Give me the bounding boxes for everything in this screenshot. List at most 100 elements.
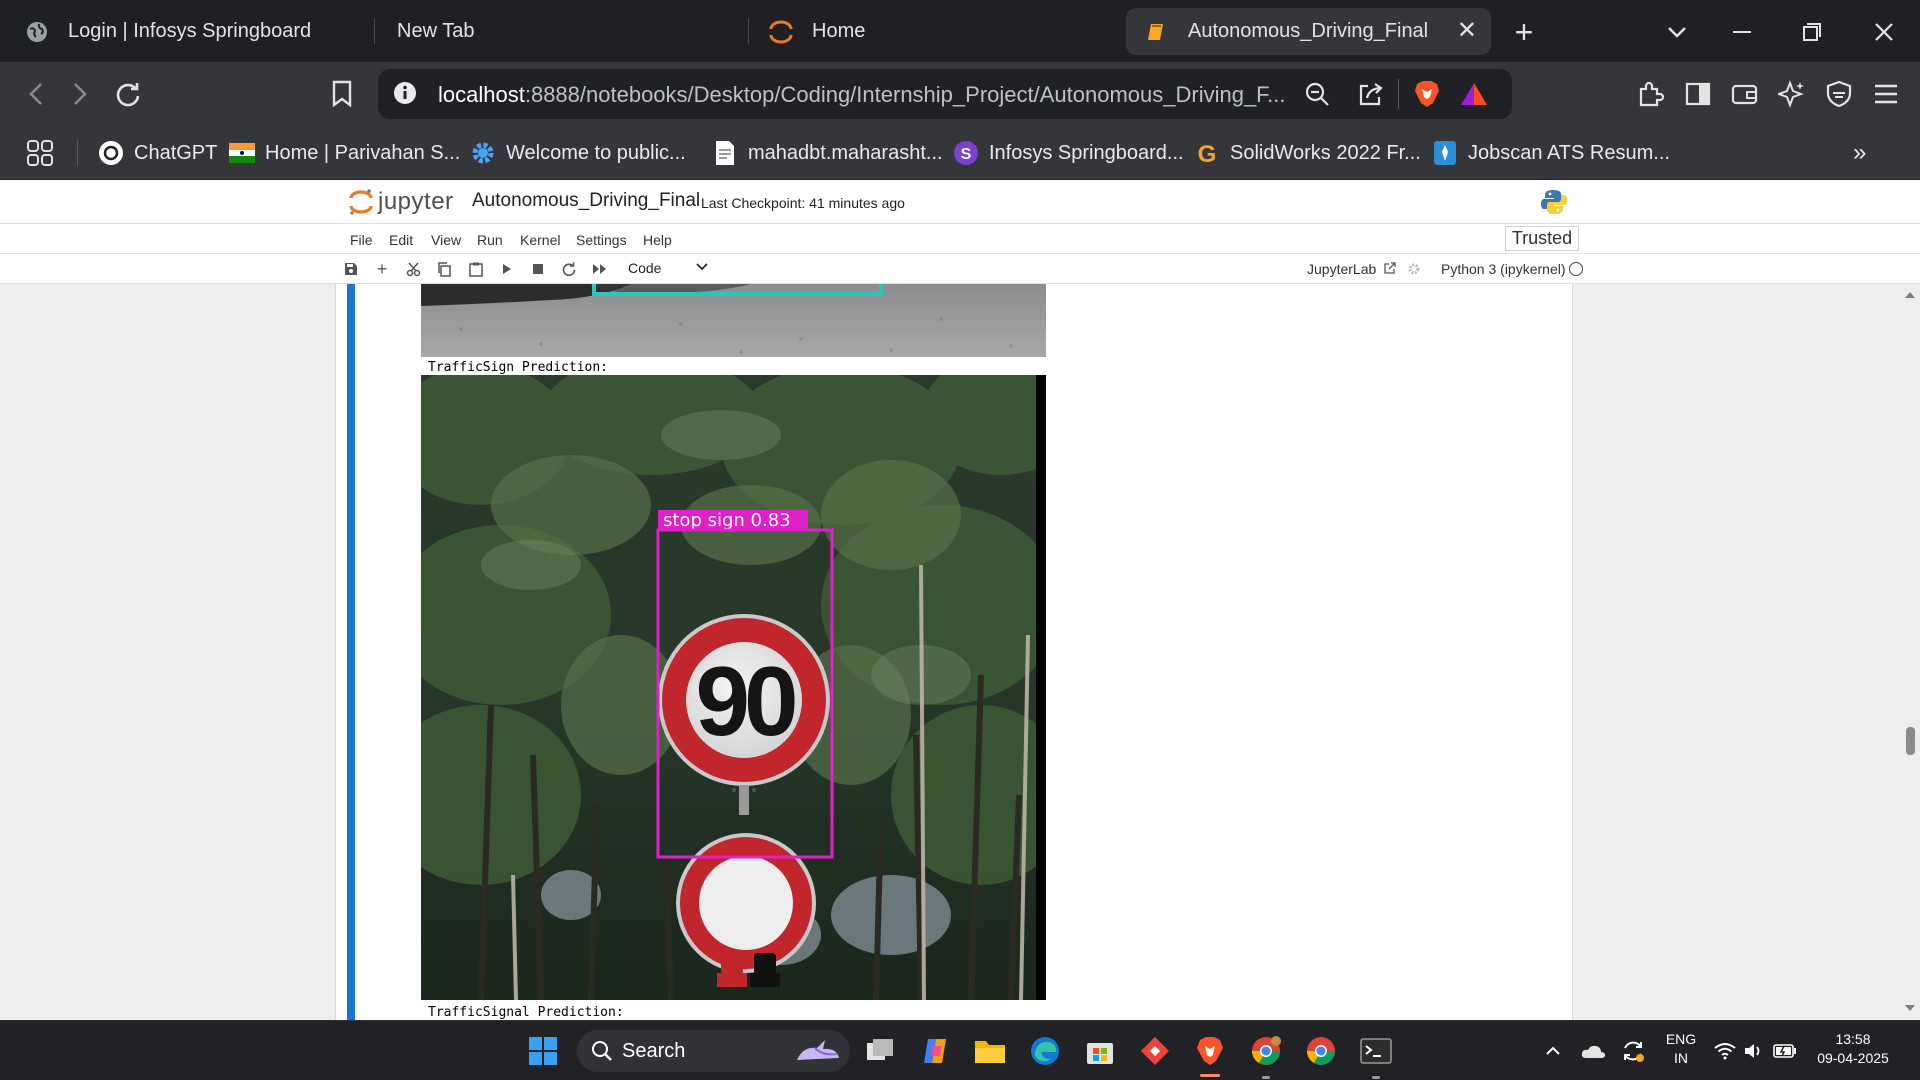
forward-icon[interactable] <box>58 72 102 116</box>
menu-kernel[interactable]: Kernel <box>520 232 560 248</box>
kernel-status-icon <box>1569 262 1583 276</box>
bookmark-solidworks[interactable]: G SolidWorks 2022 Fr... <box>1194 136 1421 170</box>
windows-start-icon[interactable] <box>523 1031 563 1071</box>
svg-text:G: G <box>1198 141 1217 166</box>
chrome-icon[interactable] <box>1301 1031 1341 1071</box>
reload-icon[interactable] <box>106 72 150 116</box>
wifi-icon[interactable] <box>1709 1031 1741 1071</box>
tab-separator <box>374 18 375 44</box>
copilot-icon[interactable] <box>916 1031 956 1071</box>
bookmark-icon[interactable] <box>320 72 364 116</box>
minimize-window-icon[interactable] <box>1720 10 1764 54</box>
extensions-icon[interactable] <box>1628 72 1672 116</box>
copy-icon[interactable] <box>433 258 455 280</box>
taskbar-search-box[interactable]: Search <box>577 1030 850 1072</box>
cut-icon[interactable] <box>402 258 424 280</box>
microsoft-store-icon[interactable] <box>1080 1031 1120 1071</box>
windows-taskbar: Search ENG IN 13:58 09-04-2025 <box>0 1020 1920 1080</box>
file-explorer-icon[interactable] <box>970 1031 1010 1071</box>
language-indicator[interactable]: ENG IN <box>1660 1031 1702 1066</box>
notebook-title[interactable]: Autonomous_Driving_Final <box>472 190 700 212</box>
traffic-signal-output-label: TrafficSignal Prediction: <box>428 1005 624 1020</box>
brave-rewards-icon[interactable] <box>1460 81 1488 112</box>
kernel-settings-gear-icon[interactable] <box>1403 258 1425 280</box>
active-app-indicator <box>1200 1074 1220 1077</box>
brave-browser-icon[interactable] <box>1190 1031 1230 1071</box>
menu-icon[interactable] <box>1864 72 1908 116</box>
interrupt-kernel-icon[interactable] <box>527 258 549 280</box>
anydesk-icon[interactable] <box>1135 1031 1175 1071</box>
wallet-icon[interactable] <box>1723 72 1767 116</box>
brave-shields-icon[interactable] <box>1413 79 1441 114</box>
bookmark-welcome[interactable]: Welcome to public... <box>470 136 686 170</box>
notebook-scrollbar[interactable] <box>1900 284 1920 1020</box>
bookmark-mahadbt[interactable]: mahadbt.maharasht... <box>712 136 943 170</box>
close-window-icon[interactable] <box>1862 10 1906 54</box>
add-cell-icon[interactable]: + <box>371 258 393 280</box>
back-icon[interactable] <box>14 72 58 116</box>
bookmark-jobscan[interactable]: Jobscan ATS Resum... <box>1432 136 1670 170</box>
trusted-indicator[interactable]: Trusted <box>1505 226 1579 251</box>
menu-view[interactable]: View <box>431 232 461 248</box>
menu-run[interactable]: Run <box>477 232 503 248</box>
volume-icon[interactable] <box>1738 1031 1770 1071</box>
address-bar[interactable]: localhost:8888/notebooks/Desktop/Coding/… <box>378 69 1512 119</box>
close-tab-icon[interactable]: ✕ <box>1457 16 1477 45</box>
bookmark-parivahan[interactable]: Home | Parivahan S... <box>229 136 460 170</box>
menu-file[interactable]: File <box>350 232 373 248</box>
site-info-icon[interactable] <box>393 81 417 110</box>
chrome-profile-icon[interactable] <box>1246 1031 1286 1071</box>
sync-icon[interactable] <box>1613 1031 1653 1071</box>
run-cell-icon[interactable] <box>496 258 518 280</box>
vehicle-prediction-image <box>421 284 1046 357</box>
sidebar-icon[interactable] <box>1676 72 1720 116</box>
paste-icon[interactable] <box>465 258 487 280</box>
leo-ai-icon[interactable] <box>1770 72 1814 116</box>
menu-edit[interactable]: Edit <box>389 232 413 248</box>
clock[interactable]: 13:58 09-04-2025 <box>1808 1031 1898 1066</box>
omnibox-divider <box>1398 79 1399 109</box>
terminal-icon[interactable] <box>1356 1031 1396 1071</box>
tab-new-tab[interactable]: New Tab <box>397 8 737 55</box>
clock-date: 09-04-2025 <box>1817 1050 1889 1066</box>
restart-run-all-icon[interactable] <box>589 258 611 280</box>
tab-separator <box>748 18 749 44</box>
bookmark-label: mahadbt.maharasht... <box>748 141 943 164</box>
restart-kernel-icon[interactable] <box>558 258 580 280</box>
tab-autonomous-driving[interactable]: Autonomous_Driving_Final ✕ <box>1126 8 1491 55</box>
zoom-icon[interactable] <box>1304 81 1330 112</box>
apps-grid-icon[interactable] <box>26 136 54 170</box>
url-host: localhost <box>438 82 525 107</box>
bookmark-label: SolidWorks 2022 Fr... <box>1230 141 1421 164</box>
restore-window-icon[interactable] <box>1790 10 1834 54</box>
jupyter-logo-icon <box>349 189 373 215</box>
task-view-icon[interactable] <box>860 1031 900 1071</box>
traffic-sign-output-label: TrafficSign Prediction: <box>428 360 609 375</box>
share-icon[interactable] <box>1358 81 1384 112</box>
cell-type-select[interactable]: Code <box>628 260 661 276</box>
kernel-name[interactable]: Python 3 (ipykernel) <box>1441 261 1566 277</box>
jupyter-logo[interactable]: jupyter <box>348 186 454 218</box>
battery-icon[interactable] <box>1768 1031 1802 1071</box>
vpn-shield-icon[interactable] <box>1817 72 1861 116</box>
tab-login-infosys[interactable]: Login | Infosys Springboard <box>24 8 364 55</box>
bookmark-chatgpt[interactable]: ChatGPT <box>98 136 217 170</box>
menu-help[interactable]: Help <box>643 232 672 248</box>
notebook-scroll-area[interactable]: TrafficSign Prediction: 90 stop sign 0.8… <box>0 284 1920 1020</box>
chevron-down-icon[interactable] <box>696 258 708 274</box>
onedrive-cloud-icon[interactable] <box>1573 1031 1613 1071</box>
new-tab-button[interactable]: + <box>1502 10 1546 54</box>
edge-icon[interactable] <box>1025 1031 1065 1071</box>
jupyterlab-link[interactable]: JupyterLab <box>1307 261 1396 277</box>
save-icon[interactable] <box>340 258 362 280</box>
screen: Login | Infosys Springboard New Tab Home… <box>0 0 1920 1080</box>
menu-settings[interactable]: Settings <box>576 232 627 248</box>
url-text[interactable]: localhost:8888/notebooks/Desktop/Coding/… <box>438 82 1286 108</box>
tab-search-chevron-icon[interactable] <box>1655 10 1699 54</box>
springboard-icon: S <box>953 140 979 166</box>
bookmark-infosys[interactable]: S Infosys Springboard... <box>953 136 1184 170</box>
tab-home[interactable]: Home <box>768 8 1108 55</box>
more-bookmarks-chevron-icon[interactable]: » <box>1853 136 1866 170</box>
gear-icon <box>470 140 496 166</box>
show-hidden-icons-chevron-icon[interactable] <box>1533 1031 1573 1071</box>
